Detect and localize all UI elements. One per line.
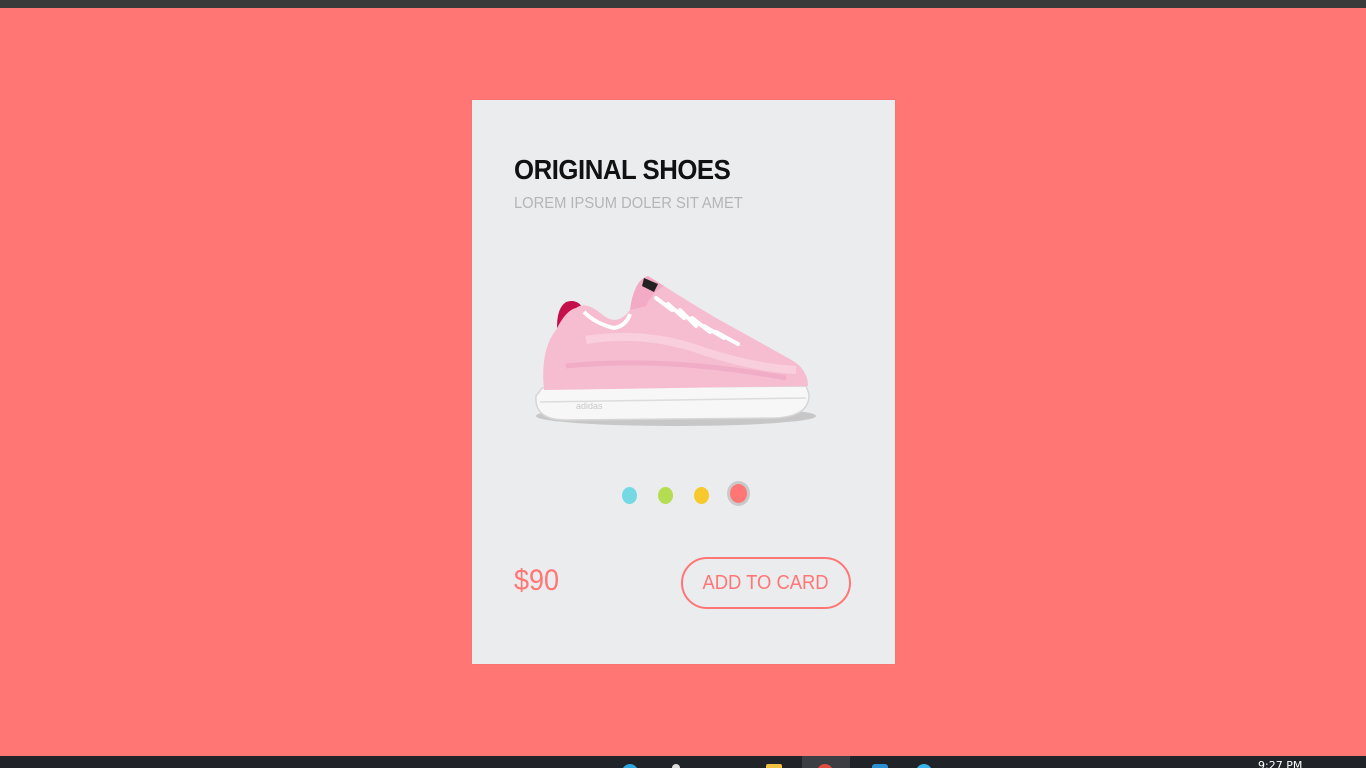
vscode-icon[interactable] xyxy=(872,764,888,768)
edge-icon[interactable] xyxy=(622,764,638,768)
color-options xyxy=(472,480,895,508)
search-icon[interactable] xyxy=(672,764,680,768)
product-price: $90 xyxy=(514,564,560,597)
pink-sneaker-image: adidas xyxy=(535,276,816,426)
file-explorer-icon[interactable] xyxy=(766,764,782,768)
taskbar: 9:27 PM xyxy=(0,756,1366,768)
color-swatch-yellow[interactable] xyxy=(694,487,709,504)
color-swatch-cyan[interactable] xyxy=(622,487,637,504)
product-card: ORIGINAL SHOES LOREM IPSUM DOLER SIT AME… xyxy=(472,100,895,664)
skype-icon[interactable] xyxy=(916,764,932,768)
color-swatch-lime[interactable] xyxy=(658,487,673,504)
color-swatch-coral-selected[interactable] xyxy=(727,481,750,506)
svg-text:adidas: adidas xyxy=(576,401,603,411)
window-top-bar xyxy=(0,0,1366,8)
add-to-card-label: ADD TO CARD xyxy=(702,572,830,594)
add-to-card-button[interactable]: ADD TO CARD xyxy=(681,557,851,609)
product-subtitle: LOREM IPSUM DOLER SIT AMET xyxy=(514,195,743,212)
taskbar-clock[interactable]: 9:27 PM xyxy=(1258,760,1302,768)
product-title: ORIGINAL SHOES xyxy=(514,154,731,185)
